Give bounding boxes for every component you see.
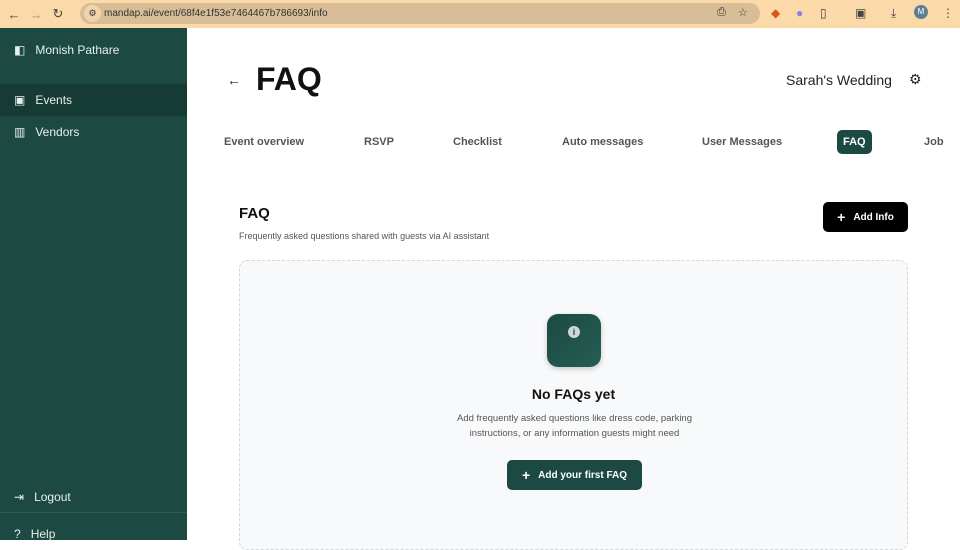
divider <box>0 512 187 513</box>
site-settings-icon[interactable]: ⚙ <box>84 5 101 22</box>
calendar-icon: ▣ <box>14 93 26 107</box>
tab-user-messages[interactable]: User Messages <box>702 136 782 148</box>
empty-state: i No FAQs yet Add frequently asked quest… <box>239 260 908 550</box>
sidebar-toggle-icon[interactable]: ◧ <box>14 43 25 57</box>
download-icon[interactable]: ⤓ <box>891 6 896 21</box>
plus-icon: + <box>837 209 846 225</box>
logout-button[interactable]: ⇥ Logout <box>0 481 187 513</box>
tab-search-icon[interactable]: ▣ <box>855 6 866 20</box>
empty-title: No FAQs yet <box>531 386 616 402</box>
bookmark-star-icon[interactable]: ☆ <box>738 6 748 19</box>
tab-faq[interactable]: FAQ <box>837 130 872 154</box>
puzzle-extensions-icon[interactable]: ▯ <box>820 6 827 20</box>
sidebar-user[interactable]: ◧ Monish Pathare <box>0 34 187 66</box>
user-name: Monish Pathare <box>35 43 120 57</box>
tab-checklist[interactable]: Checklist <box>453 136 502 148</box>
building-icon: ▥ <box>14 125 26 139</box>
sidebar-item-label: Events <box>35 93 73 107</box>
tab-job[interactable]: Job <box>924 136 944 148</box>
page-title: FAQ <box>256 61 322 97</box>
empty-description: Add frequently asked questions like dres… <box>457 413 692 439</box>
address-bar[interactable]: ⚙ mandap.ai/event/68f4e1f53e7464467b7866… <box>80 3 760 24</box>
back-arrow-icon[interactable]: ← <box>227 72 241 88</box>
add-info-label: Add Info <box>853 211 894 223</box>
browser-menu-icon[interactable]: ⋮ <box>942 6 954 20</box>
add-first-faq-button[interactable]: + Add your first FAQ <box>507 460 642 490</box>
add-info-button[interactable]: + Add Info <box>823 202 908 232</box>
section-subtitle: Frequently asked questions shared with g… <box>239 231 490 241</box>
sidebar-item-events[interactable]: ▣ Events <box>0 84 187 116</box>
add-first-faq-label: Add your first FAQ <box>538 469 628 481</box>
plus-icon: + <box>521 467 531 483</box>
tab-rsvp[interactable]: RSVP <box>364 136 394 148</box>
tab-auto-messages[interactable]: Auto messages <box>562 136 643 148</box>
info-icon: i <box>568 326 580 338</box>
section-title: FAQ <box>239 205 270 222</box>
logout-label: Logout <box>34 490 71 504</box>
profile-avatar[interactable]: M <box>914 5 928 19</box>
reload-icon[interactable]: ↻ <box>50 6 66 22</box>
tab-event-overview[interactable]: Event overview <box>224 136 304 148</box>
url-text: mandap.ai/event/68f4e1f53e7464467b786693… <box>104 8 328 19</box>
gear-icon[interactable]: ⚙ <box>909 71 922 88</box>
info-icon-tile: i <box>547 314 601 367</box>
sidebar: ◧ Monish Pathare ▣ Events ▥ Vendors ⇥ Lo… <box>0 28 187 541</box>
forward-nav-icon[interactable]: → <box>28 7 44 22</box>
sidebar-item-label: Vendors <box>35 125 80 139</box>
browser-toolbar: ← → ↻ ⚙ mandap.ai/event/68f4e1f53e746446… <box>0 0 960 28</box>
extension-icon[interactable]: ● <box>796 6 803 20</box>
back-nav-icon[interactable]: ← <box>6 7 22 22</box>
main-content: ← FAQ Sarah's Wedding ⚙ Event overview R… <box>187 28 960 550</box>
logout-icon: ⇥ <box>14 490 25 504</box>
install-icon[interactable]: ⎙ <box>717 6 726 19</box>
help-icon: ? <box>14 527 21 541</box>
help-button[interactable]: ? Help <box>0 518 187 550</box>
event-name: Sarah's Wedding <box>786 72 892 88</box>
sidebar-item-vendors[interactable]: ▥ Vendors <box>0 116 187 148</box>
metamask-extension-icon[interactable]: ◆ <box>771 6 780 20</box>
help-label: Help <box>30 527 56 541</box>
